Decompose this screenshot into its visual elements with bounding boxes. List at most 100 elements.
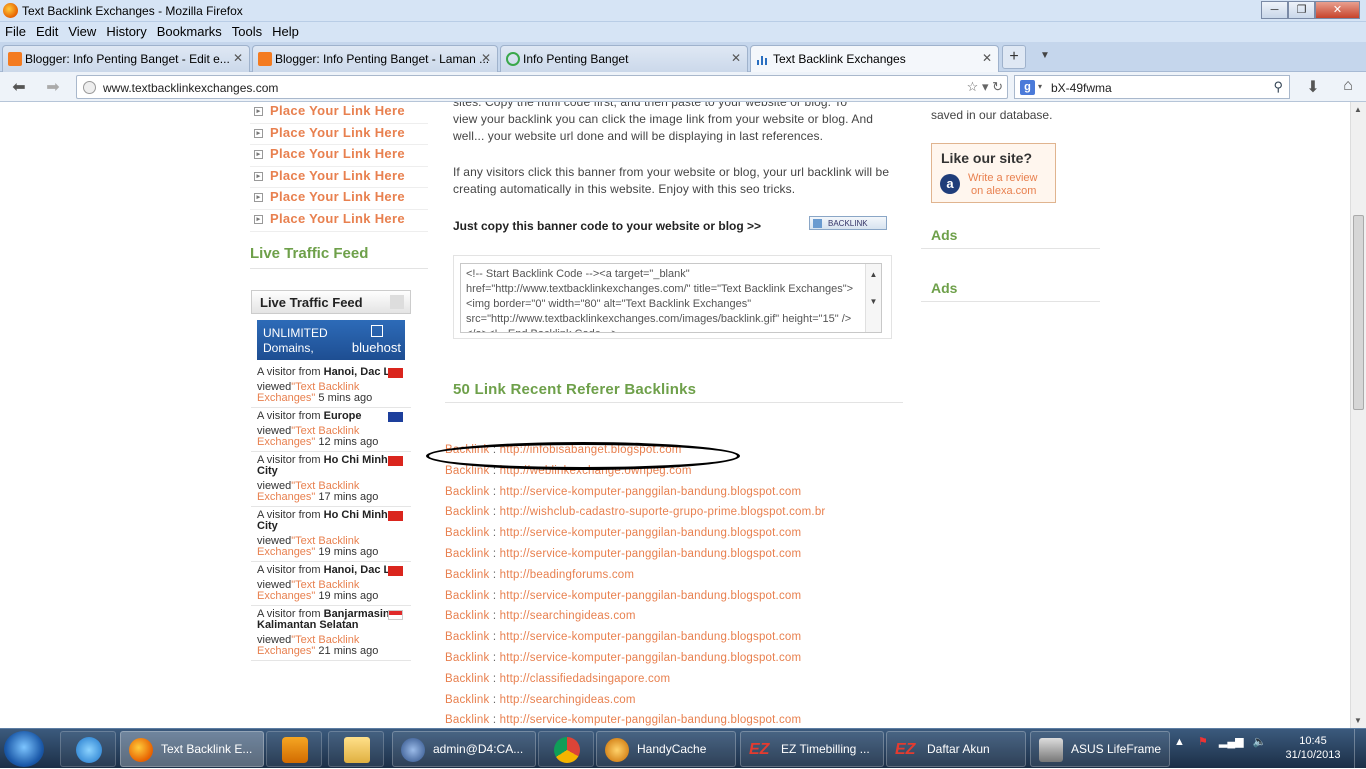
media-player-pinned[interactable] (266, 731, 322, 767)
home-icon[interactable]: ⌂ (1337, 77, 1359, 97)
backlink-label[interactable]: Backlink (445, 714, 489, 726)
menu-help[interactable]: Help (267, 22, 304, 39)
bookmark-star-icon[interactable]: ☆ (967, 79, 979, 94)
backlink-label[interactable]: Backlink (445, 590, 489, 602)
search-text: bX-49fwma (1051, 81, 1112, 95)
list-item[interactable]: ▸ Place Your Link Here (250, 124, 428, 146)
tab-close-icon[interactable]: ✕ (982, 51, 992, 65)
backlink-label[interactable]: Backlink (445, 652, 489, 664)
clock[interactable]: 10:45 31/10/2013 (1280, 734, 1346, 762)
tab-blogger-edit[interactable]: Blogger: Info Penting Banget - Edit e...… (2, 45, 250, 72)
place-link[interactable]: Place Your Link Here (270, 146, 405, 161)
menu-bookmarks[interactable]: Bookmarks (152, 22, 227, 39)
backlink-label[interactable]: Backlink (445, 631, 489, 643)
backlink-label[interactable]: Backlink (445, 673, 489, 685)
tab-blogger-laman[interactable]: Blogger: Info Penting Banget - Laman ...… (252, 45, 498, 72)
backlink-banner-button[interactable]: BACKLINK (809, 216, 887, 230)
list-item[interactable]: ▸ Place Your Link Here (250, 167, 428, 189)
new-tab-button[interactable]: + (1002, 45, 1026, 69)
referer-item: Backlink : http://service-komputer-pangg… (445, 714, 825, 728)
menu-history[interactable]: History (101, 22, 151, 39)
minimize-button[interactable]: ─ (1261, 1, 1288, 19)
referer-link[interactable]: http://service-komputer-panggilan-bandun… (500, 548, 802, 560)
tab-close-icon[interactable]: ✕ (731, 51, 741, 65)
taskbar-handycache[interactable]: HandyCache (596, 731, 736, 767)
referer-link[interactable]: http://service-komputer-panggilan-bandun… (500, 714, 802, 726)
menu-view[interactable]: View (63, 22, 101, 39)
backlink-label[interactable]: Backlink (445, 694, 489, 706)
referer-link[interactable]: http://searchingideas.com (500, 694, 636, 706)
volume-icon[interactable]: 🔈 (1253, 736, 1267, 748)
backlink-label[interactable]: Backlink (445, 548, 489, 560)
place-link[interactable]: Place Your Link Here (270, 211, 405, 226)
alexa-review-link[interactable]: Write a review on alexa.com (968, 172, 1037, 198)
backlink-label[interactable]: Backlink (445, 506, 489, 518)
backlink-label[interactable]: Backlink (445, 610, 489, 622)
search-icon[interactable]: ⚲ (1273, 79, 1283, 95)
backlink-label[interactable]: Backlink (445, 486, 489, 498)
place-link[interactable]: Place Your Link Here (270, 189, 405, 204)
referer-link[interactable]: http://classifiedadsingapore.com (500, 673, 671, 685)
scroll-down-icon[interactable]: ▼ (1354, 716, 1362, 725)
scroll-up-icon[interactable]: ▲ (1354, 105, 1362, 114)
back-button[interactable]: ⬅ (8, 77, 30, 97)
list-item[interactable]: ▸ Place Your Link Here (250, 210, 428, 232)
signal-icon[interactable]: ▂▄▆ (1219, 736, 1244, 748)
bluehost-banner[interactable]: UNLIMITED Domains, bluehost (257, 320, 405, 360)
search-engine-dropdown-icon[interactable]: ▾ (1038, 82, 1042, 91)
maximize-button[interactable]: ❐ (1288, 1, 1315, 19)
backlink-label[interactable]: Backlink (445, 569, 489, 581)
tab-info-penting[interactable]: Info Penting Banget ✕ (500, 45, 748, 72)
ie-pinned[interactable] (60, 731, 116, 767)
blogger-icon (258, 52, 272, 66)
textarea-scrollbar[interactable]: ▲ ▼ (865, 264, 881, 332)
chrome-pinned[interactable] (538, 731, 594, 767)
referer-link[interactable]: http://service-komputer-panggilan-bandun… (500, 590, 802, 602)
download-icon[interactable]: ⬇ (1302, 77, 1324, 97)
close-button[interactable]: ✕ (1315, 1, 1360, 19)
forward-button[interactable]: ➡ (42, 77, 64, 97)
tab-text-backlink[interactable]: Text Backlink Exchanges ✕ (750, 45, 999, 72)
place-link[interactable]: Place Your Link Here (270, 103, 405, 118)
reload-icon[interactable]: ↻ (992, 79, 1003, 94)
backlink-label[interactable]: Backlink (445, 527, 489, 539)
tray-expand-icon[interactable]: ▲ (1174, 736, 1185, 748)
start-button[interactable] (4, 731, 44, 767)
tab-close-icon[interactable]: ✕ (233, 51, 243, 65)
menu-file[interactable]: File (0, 22, 31, 39)
code-textarea[interactable]: <!-- Start Backlink Code --><a target="_… (460, 263, 882, 333)
page-scrollbar[interactable]: ▲ ▼ (1350, 102, 1366, 728)
referer-link[interactable]: http://wishclub-cadastro-suporte-grupo-p… (500, 506, 826, 518)
explorer-pinned[interactable] (328, 731, 384, 767)
place-link[interactable]: Place Your Link Here (270, 125, 405, 140)
list-item[interactable]: ▸ Place Your Link Here (250, 188, 428, 210)
referer-link[interactable]: http://service-komputer-panggilan-bandun… (500, 527, 802, 539)
tab-close-icon[interactable]: ✕ (481, 51, 491, 65)
referer-link[interactable]: http://searchingideas.com (500, 610, 636, 622)
divider (250, 268, 428, 269)
referer-link[interactable]: http://service-komputer-panggilan-bandun… (500, 631, 802, 643)
show-desktop-button[interactable] (1354, 729, 1366, 769)
history-dropdown-icon[interactable]: ▾ (982, 79, 989, 94)
place-link[interactable]: Place Your Link Here (270, 168, 405, 183)
url-bar[interactable]: www.textbacklinkexchanges.com ☆ ▾ ↻ (76, 75, 1008, 99)
list-item[interactable]: ▸ Place Your Link Here (250, 102, 428, 124)
taskbar-terminal[interactable]: admin@D4:CA... (392, 731, 536, 767)
search-input[interactable]: g ▾ bX-49fwma ⚲ (1014, 75, 1290, 99)
referer-link[interactable]: http://beadingforums.com (500, 569, 635, 581)
menu-edit[interactable]: Edit (31, 22, 63, 39)
list-item[interactable]: ▸ Place Your Link Here (250, 145, 428, 167)
referer-link[interactable]: http://service-komputer-panggilan-bandun… (500, 652, 802, 664)
menu-tools[interactable]: Tools (227, 22, 267, 39)
banner-line2: Domains, (263, 341, 314, 355)
tab-list-icon[interactable]: ▼ (1040, 50, 1050, 61)
referer-link[interactable]: http://service-komputer-panggilan-bandun… (500, 486, 802, 498)
scrollbar-thumb[interactable] (1353, 215, 1364, 410)
taskbar-ez-timebilling[interactable]: EZ EZ Timebilling ... (740, 731, 884, 767)
network-error-icon[interactable]: ⚑ (1198, 736, 1208, 748)
feedjit-icon[interactable] (390, 295, 404, 309)
taskbar-firefox[interactable]: Text Backlink E... (120, 731, 264, 767)
alexa-review-widget[interactable]: Like our site? a Write a review on alexa.… (931, 143, 1056, 203)
taskbar-daftar-akun[interactable]: EZ Daftar Akun (886, 731, 1026, 767)
taskbar-asus-lifeframe[interactable]: ASUS LifeFrame (1030, 731, 1170, 767)
